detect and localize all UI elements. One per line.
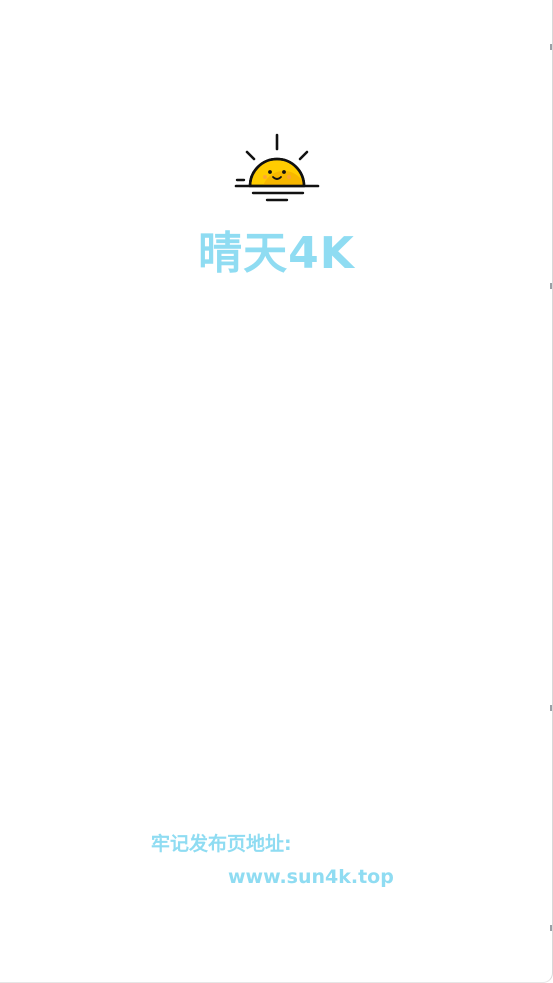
- release-page-label: 牢记发布页地址:: [151, 833, 292, 855]
- edge-tick: [550, 705, 552, 711]
- release-page-url[interactable]: www.sun4k.top: [228, 863, 394, 891]
- splash-screen: 晴天4K 牢记发布页地址: www.sun4k.top: [0, 0, 553, 983]
- edge-tick: [550, 44, 552, 50]
- sunrise-smiley-icon: [234, 133, 320, 202]
- edge-tick: [550, 283, 552, 289]
- edge-tick: [550, 925, 552, 931]
- app-title: 晴天4K: [198, 228, 355, 279]
